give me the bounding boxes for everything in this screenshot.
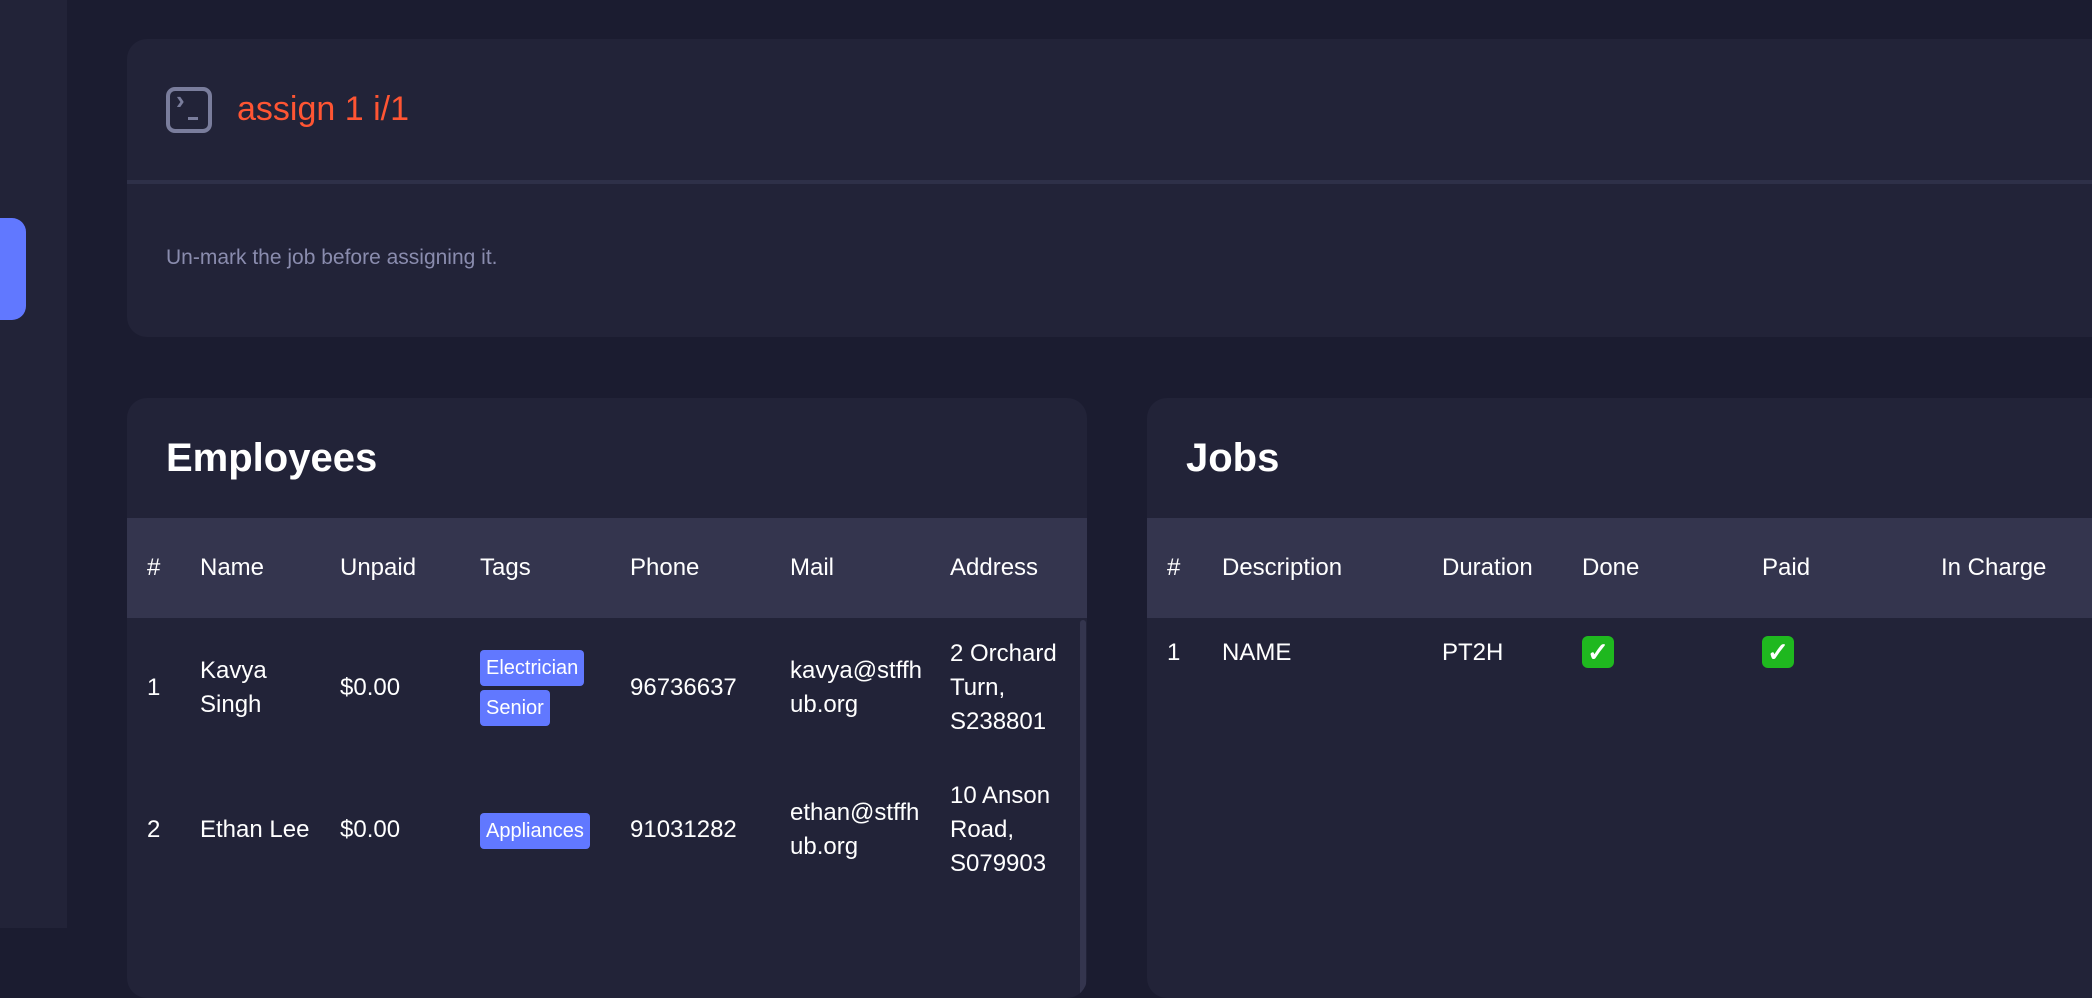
table-row[interactable]: 1 NAME PT2H ✓ ✓ bbox=[1147, 618, 2092, 758]
cell-tags: Appliances bbox=[480, 813, 590, 853]
table-row[interactable]: 2 Ethan Lee $0.00 Appliances 91031282 et… bbox=[127, 760, 1087, 900]
employees-table-header: # Name Unpaid Tags Phone Mail Address bbox=[127, 518, 1087, 618]
col-phone: Phone bbox=[630, 554, 700, 581]
col-paid: Paid bbox=[1762, 554, 1811, 581]
jobs-title: Jobs bbox=[1186, 436, 1280, 480]
col-description: Description bbox=[1222, 554, 1343, 581]
cell-name: Kavya Singh bbox=[200, 657, 267, 718]
command-text: assign 1 i/1 bbox=[237, 90, 409, 128]
tag-badge: Electrician bbox=[480, 650, 585, 686]
cell-tags: Electrician Senior bbox=[480, 650, 585, 730]
cell-index: 2 bbox=[147, 816, 161, 843]
cell-description: NAME bbox=[1222, 639, 1292, 666]
jobs-table-header: # Description Duration Done Paid In Char… bbox=[1147, 518, 2092, 618]
jobs-panel: Jobs # Description Duration Done Paid In… bbox=[1147, 398, 2092, 998]
col-tags: Tags bbox=[480, 554, 531, 581]
terminal-icon bbox=[166, 85, 212, 133]
check-icon: ✓ bbox=[1762, 636, 1794, 668]
cell-phone: 91031282 bbox=[630, 816, 737, 843]
cell-mail: kavya@stffhub.org bbox=[790, 657, 922, 718]
col-mail: Mail bbox=[790, 554, 835, 581]
col-index: # bbox=[1167, 554, 1181, 581]
cell-done: ✓ bbox=[1582, 636, 1614, 671]
employees-title: Employees bbox=[166, 436, 378, 480]
cell-index: 1 bbox=[1167, 639, 1181, 666]
sidebar bbox=[0, 0, 67, 928]
col-duration: Duration bbox=[1442, 554, 1533, 581]
col-in-charge: In Charge bbox=[1941, 554, 2047, 581]
col-done: Done bbox=[1582, 554, 1640, 581]
cell-index: 1 bbox=[147, 674, 161, 701]
col-unpaid: Unpaid bbox=[340, 554, 417, 581]
tag-badge: Appliances bbox=[480, 813, 590, 849]
tag-badge: Senior bbox=[480, 690, 550, 726]
check-icon: ✓ bbox=[1582, 636, 1614, 668]
col-index: # bbox=[147, 554, 161, 581]
employees-panel: Employees # Name Unpaid Tags Phone Mail … bbox=[127, 398, 1087, 998]
scrollbar[interactable] bbox=[1080, 620, 1086, 998]
cell-unpaid: $0.00 bbox=[340, 816, 401, 843]
cell-unpaid: $0.00 bbox=[340, 674, 401, 701]
cell-mail: ethan@stffhub.org bbox=[790, 799, 920, 860]
col-name: Name bbox=[200, 554, 265, 581]
cell-name: Ethan Lee bbox=[200, 816, 310, 843]
cell-address: 2 Orchard Turn, S238801 bbox=[950, 640, 1057, 735]
col-address: Address bbox=[950, 554, 1039, 581]
command-message: Un-mark the job before assigning it. bbox=[166, 246, 498, 269]
cell-paid: ✓ bbox=[1762, 636, 1794, 671]
table-row[interactable]: 1 Kavya Singh $0.00 Electrician Senior 9… bbox=[127, 618, 1087, 758]
cell-duration: PT2H bbox=[1442, 639, 1504, 666]
cell-phone: 96736637 bbox=[630, 674, 737, 701]
cell-address: 10 Anson Road, S079903 bbox=[950, 782, 1051, 877]
command-result-card: assign 1 i/1 Un-mark the job before assi… bbox=[127, 39, 2092, 337]
sidebar-active-tab[interactable] bbox=[0, 218, 26, 320]
